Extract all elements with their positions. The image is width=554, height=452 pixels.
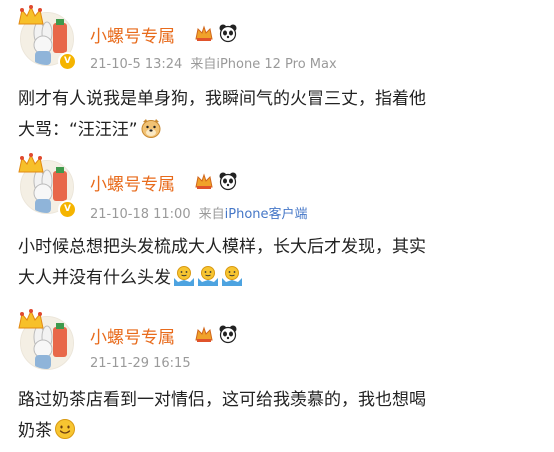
post-text-line-with-emoji: 大人并没有什么头发 — [18, 263, 543, 294]
panda-icon[interactable] — [218, 324, 238, 344]
shrug-emoji — [174, 266, 194, 286]
post: V 小螺号专属 21-10-5 13:24 来自iPhone 12 Pro Max… — [0, 0, 554, 148]
post-time[interactable]: 21-11-29 16:15 — [90, 356, 191, 371]
smile-emoji — [55, 419, 75, 439]
panda-icon[interactable] — [218, 23, 238, 43]
post-text-line: 大骂：“汪汪汪” — [18, 120, 138, 140]
crown-decoration-icon — [18, 153, 44, 173]
crown-decoration-icon — [18, 5, 44, 25]
post-text-line: 大人并没有什么头发 — [18, 268, 171, 288]
username[interactable]: 小螺号专属 — [90, 170, 175, 195]
username[interactable]: 小螺号专属 — [90, 323, 175, 348]
panda-icon[interactable] — [218, 171, 238, 191]
avatar-group[interactable]: V — [16, 152, 77, 219]
vip-crown-icon[interactable] — [194, 23, 214, 43]
post-source: iPhone 12 Pro Max — [216, 57, 337, 72]
post-text-line-with-emoji: 奶茶 — [18, 416, 543, 447]
vip-crown-icon[interactable] — [194, 324, 214, 344]
post-text-line: 路过奶茶店看到一对情侣，这可给我羡慕的，我也想喝 — [18, 390, 426, 410]
post-text-line: 刚才有人说我是单身狗，我瞬间气的火冒三丈，指着他 — [18, 89, 426, 109]
vip-crown-icon[interactable] — [194, 171, 214, 191]
avatar-group[interactable] — [16, 308, 76, 372]
post-text: 小时候总想把头发梳成大人模样，长大后才发现，其实 大人并没有什么头发 — [18, 232, 543, 294]
post-text-line-with-emoji: 大骂：“汪汪汪” — [18, 115, 543, 146]
verified-badge-icon: V — [58, 52, 77, 71]
post-source-link[interactable]: iPhone客户端 — [225, 207, 308, 222]
post: 小螺号专属 21-11-29 16:15 路过奶茶店看到一对情侣，这可给我羡慕的… — [0, 298, 554, 452]
post-meta: 21-10-18 11:00 来自iPhone客户端 — [90, 203, 308, 222]
user-badges — [194, 323, 238, 345]
post-meta: 21-10-5 13:24 来自iPhone 12 Pro Max — [90, 53, 337, 72]
verified-badge-icon: V — [58, 200, 77, 219]
username[interactable]: 小螺号专属 — [90, 22, 175, 47]
source-prefix: 来自 — [190, 57, 217, 72]
post-meta: 21-11-29 16:15 — [90, 356, 191, 371]
post-time[interactable]: 21-10-5 13:24 — [90, 57, 182, 72]
post-text: 路过奶茶店看到一对情侣，这可给我羡慕的，我也想喝 奶茶 — [18, 385, 543, 447]
post-text-line: 小时候总想把头发梳成大人模样，长大后才发现，其实 — [18, 237, 426, 257]
user-badges — [194, 170, 238, 192]
doge-emoji — [141, 119, 161, 138]
post: V 小螺号专属 21-10-18 11:00 来自iPhone客户端 小时候总想把… — [0, 148, 554, 298]
crown-decoration-icon — [18, 309, 44, 329]
shrug-emoji — [222, 266, 242, 286]
post-text-line: 奶茶 — [18, 421, 52, 441]
avatar-group[interactable]: V — [16, 4, 77, 71]
source-prefix: 来自 — [198, 207, 225, 222]
post-text: 刚才有人说我是单身狗，我瞬间气的火冒三丈，指着他 大骂：“汪汪汪” — [18, 84, 543, 146]
post-time[interactable]: 21-10-18 11:00 — [90, 207, 191, 222]
shrug-emoji — [198, 266, 218, 286]
user-badges — [194, 22, 238, 44]
